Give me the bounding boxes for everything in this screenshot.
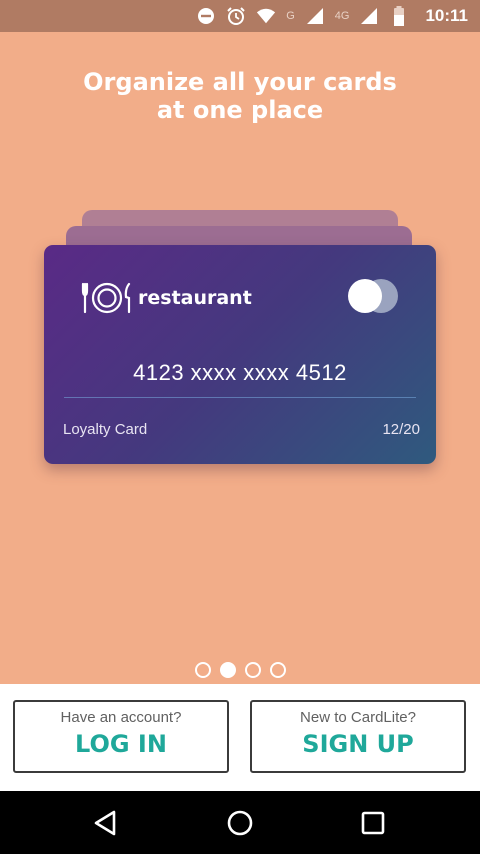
card-type-label: Loyalty Card (63, 421, 148, 438)
wifi-icon (256, 6, 276, 26)
page-dot-1[interactable] (194, 662, 211, 678)
battery-icon (389, 6, 409, 26)
home-icon[interactable] (224, 807, 256, 839)
card-brand: restaurant (80, 281, 252, 315)
network-type-4g: 4G (334, 10, 350, 22)
recent-apps-icon[interactable] (357, 807, 389, 839)
status-bar: G 4G 10:11 (0, 0, 480, 32)
plate-cutlery-icon (81, 282, 131, 314)
do-not-disturb-icon (196, 6, 216, 26)
signal-icon (359, 6, 379, 26)
headline-line-2: at one place (156, 96, 324, 124)
network-logo-circle-front (348, 279, 382, 313)
page-dot-4[interactable] (269, 662, 286, 678)
page-dot-2[interactable] (219, 662, 236, 678)
card-divider (64, 397, 416, 398)
clock: 10:11 (425, 6, 468, 25)
loyalty-card: restaurant 4123 xxxx xxxx 4512 Loyalty C… (44, 245, 436, 464)
card-number: 4123 xxxx xxxx 4512 (133, 360, 347, 385)
headline-line-1: Organize all your cards (83, 68, 397, 96)
onboarding-main[interactable]: Organize all your cards at one place res… (0, 32, 480, 684)
signup-button[interactable]: New to CardLite? SIGN UP (250, 700, 466, 773)
card-network-logo (348, 279, 398, 313)
page-indicator (0, 662, 480, 678)
login-hint: Have an account? (60, 709, 182, 726)
auth-panel: Have an account? LOG IN New to CardLite?… (0, 684, 480, 791)
login-button[interactable]: Have an account? LOG IN (13, 700, 229, 773)
onboarding-headline: Organize all your cards at one place (0, 68, 480, 124)
signal-icon (305, 6, 325, 26)
back-icon[interactable] (90, 807, 122, 839)
signup-hint: New to CardLite? (300, 709, 416, 726)
page-dot-3[interactable] (244, 662, 261, 678)
alarm-icon (226, 6, 246, 26)
network-type-g: G (286, 10, 295, 22)
signup-label: SIGN UP (302, 730, 414, 758)
card-expiry: 12/20 (382, 421, 420, 438)
navigation-bar (0, 791, 480, 854)
card-brand-name: restaurant (138, 287, 252, 309)
login-label: LOG IN (75, 730, 167, 758)
